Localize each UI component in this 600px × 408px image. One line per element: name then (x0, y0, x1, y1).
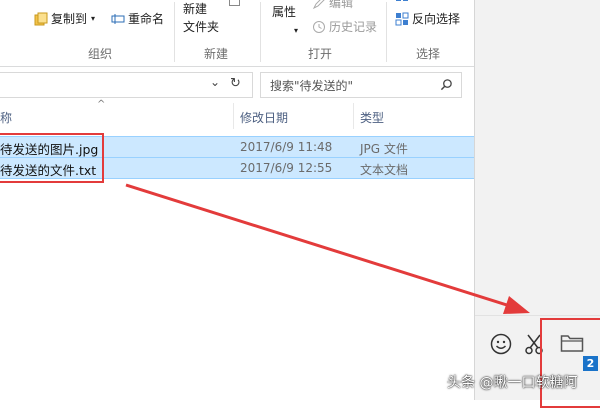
invert-selection-label: 反向选择 (412, 12, 461, 26)
properties-dropdown[interactable]: ▾ (294, 26, 298, 35)
copy-to-label: 复制到 (51, 12, 88, 26)
chevron-down-icon[interactable]: ⌄ (210, 75, 220, 89)
notification-badge: 2 (583, 356, 598, 371)
file-explorer-window: 复制到 ▾ 重命名 组织 新建 文件夹 新建 属性 ▾ 编辑 历史记录 打开 反… (0, 0, 475, 400)
chat-input-divider (475, 315, 600, 316)
invert-selection-icon (395, 12, 409, 25)
watermark: 头条 @瞅一口软糖阿 (447, 375, 578, 391)
search-input[interactable]: 搜索"待发送的" (260, 72, 462, 98)
column-divider[interactable] (233, 103, 234, 129)
copy-to-button[interactable]: 复制到 ▾ (34, 10, 95, 27)
column-header-date[interactable]: 修改日期 (240, 109, 288, 126)
group-label-new: 新建 (204, 47, 229, 61)
select-all-icon-row[interactable] (395, 0, 412, 9)
edit-icon (312, 0, 325, 9)
new-item-checkbox[interactable] (229, 0, 240, 6)
history-icon (313, 20, 325, 33)
address-bar-row: ⌄ ↻ 搜索"待发送的" (0, 72, 474, 98)
group-label-organize: 组织 (88, 47, 113, 61)
search-placeholder: 搜索"待发送的" (270, 79, 354, 93)
file-type: JPG 文件 (360, 142, 408, 156)
history-label: 历史记录 (329, 20, 378, 34)
copy-to-icon (34, 12, 48, 25)
file-date: 2017/6/9 12:55 (240, 161, 333, 175)
column-header-type[interactable]: 类型 (360, 109, 384, 126)
history-button[interactable]: 历史记录 (312, 18, 377, 35)
column-divider[interactable] (353, 103, 354, 129)
ribbon-separator (386, 2, 387, 62)
new-folder-button-line2[interactable]: 文件夹 (183, 18, 219, 35)
sort-up-icon[interactable]: ^ (97, 99, 105, 110)
file-type: 文本文档 (360, 163, 409, 177)
chevron-down-icon: ▾ (294, 26, 299, 35)
select-all-icon (396, 0, 408, 1)
invert-selection-button[interactable]: 反向选择 (395, 10, 460, 27)
properties-button[interactable]: 属性 (272, 3, 296, 20)
column-header-name[interactable]: 称 (0, 109, 12, 126)
search-icon[interactable] (440, 78, 453, 91)
column-headers: 称 ^ 修改日期 类型 (0, 99, 474, 131)
address-bar[interactable]: ⌄ ↻ (0, 72, 253, 98)
ribbon: 复制到 ▾ 重命名 组织 新建 文件夹 新建 属性 ▾ 编辑 历史记录 打开 反… (0, 0, 474, 67)
file-date: 2017/6/9 11:48 (240, 140, 333, 154)
refresh-icon[interactable]: ↻ (230, 76, 241, 91)
rename-icon (111, 13, 125, 24)
annotation-highlight-box (0, 133, 104, 183)
edit-label: 编辑 (329, 0, 354, 10)
rename-label: 重命名 (128, 12, 165, 26)
rename-button[interactable]: 重命名 (111, 10, 164, 27)
group-label-open: 打开 (308, 47, 333, 61)
new-folder-button-line1[interactable]: 新建 (183, 0, 207, 17)
group-label-select: 选择 (416, 47, 441, 61)
ribbon-separator (260, 2, 261, 62)
edit-button[interactable]: 编辑 (312, 0, 353, 11)
emoji-icon[interactable] (490, 333, 512, 355)
ribbon-separator (174, 2, 175, 62)
chevron-down-icon: ▾ (91, 14, 96, 23)
